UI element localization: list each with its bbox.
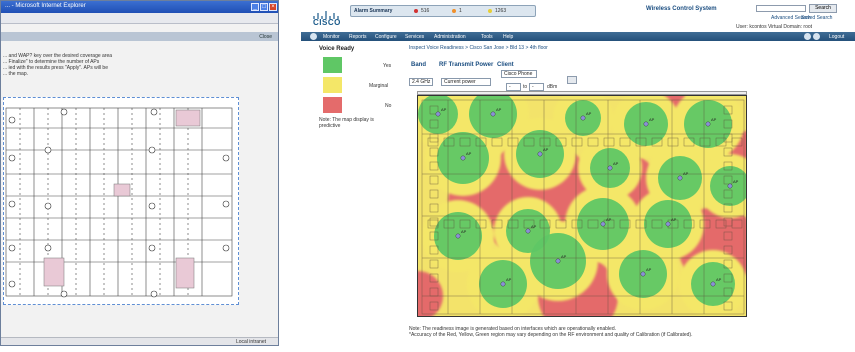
range-to-input[interactable]: - bbox=[529, 83, 544, 91]
ap-marker[interactable] bbox=[640, 271, 646, 277]
maximize-icon[interactable]: □ bbox=[260, 3, 268, 11]
minimize-icon[interactable]: _ bbox=[251, 3, 259, 11]
nav-help[interactable]: Help bbox=[503, 34, 513, 40]
ap-marker[interactable] bbox=[710, 281, 716, 287]
range-unit: dBm bbox=[547, 84, 558, 90]
ap-label: AP bbox=[683, 171, 689, 176]
ap-marker[interactable] bbox=[537, 151, 543, 157]
cisco-logo-text: CISCO bbox=[313, 18, 341, 27]
alarm-summary-label: Alarm Summary bbox=[354, 8, 393, 14]
ap-marker[interactable] bbox=[705, 121, 711, 127]
ie-status-text: Local intranet bbox=[235, 339, 266, 345]
tab-band[interactable]: Band bbox=[411, 62, 426, 68]
nav-administration[interactable]: Administration bbox=[434, 34, 466, 40]
ap-label: AP bbox=[606, 217, 612, 222]
user-domain-info: User: kcontos Virtual Domain: root bbox=[736, 24, 813, 30]
tab-rf-transmit-power[interactable]: RF Transmit Power bbox=[439, 62, 493, 68]
apply-button[interactable] bbox=[567, 76, 577, 84]
ie-window-title: ... - Microsoft Internet Explorer bbox=[5, 3, 86, 9]
nav-tools[interactable]: Tools bbox=[481, 34, 493, 40]
ap-label: AP bbox=[733, 179, 739, 184]
refresh-icon[interactable] bbox=[804, 33, 811, 40]
dialog-header-bar bbox=[1, 32, 278, 41]
critical-alarm-icon bbox=[414, 9, 418, 13]
close-icon[interactable]: × bbox=[269, 3, 277, 11]
ie-titlebar[interactable]: ... - Microsoft Internet Explorer _ □ × bbox=[1, 1, 278, 13]
ap-marker[interactable] bbox=[500, 281, 506, 287]
legend-label-yes: Yes bbox=[383, 63, 392, 69]
home-icon[interactable] bbox=[310, 33, 317, 40]
search-button[interactable]: Search bbox=[809, 4, 837, 13]
ap-marker[interactable] bbox=[607, 165, 613, 171]
ap-label: AP bbox=[711, 117, 717, 122]
planner-instructions: ... and WAP? key over the desired covera… bbox=[3, 53, 123, 77]
ap-marker[interactable] bbox=[455, 233, 461, 239]
ap-marker[interactable] bbox=[460, 155, 466, 161]
power-select[interactable]: Current power bbox=[441, 78, 491, 86]
legend-note: Note: The map display is predictive bbox=[319, 117, 374, 129]
heatmap-drawing: AP AP AP AP AP AP AP AP AP AP AP AP AP AP AP AP AP AP bbox=[418, 96, 746, 316]
footer-note: *Accuracy of the Red, Yellow, Green regi… bbox=[409, 332, 693, 338]
dialog-close-link[interactable]: Close bbox=[259, 34, 272, 40]
search-input[interactable] bbox=[756, 5, 806, 12]
ap-marker[interactable] bbox=[677, 175, 683, 181]
ap-marker[interactable] bbox=[727, 183, 733, 189]
ap-marker[interactable] bbox=[600, 221, 606, 227]
nav-reports[interactable]: Reports bbox=[349, 34, 367, 40]
critical-alarm-count[interactable]: 516 bbox=[421, 8, 429, 14]
wcs-window: CISCO Alarm Summary 516 1 1263 Wireless … bbox=[301, 0, 855, 352]
legend-swatch-no bbox=[323, 97, 342, 113]
print-icon[interactable] bbox=[813, 33, 820, 40]
ap-label: AP bbox=[531, 224, 537, 229]
floor-plan-drawing bbox=[5, 107, 233, 298]
ap-label: AP bbox=[586, 111, 592, 116]
major-alarm-icon bbox=[452, 9, 456, 13]
legend-label-no: No bbox=[385, 103, 392, 109]
major-alarm-count[interactable]: 1 bbox=[459, 8, 462, 14]
ap-label: AP bbox=[543, 147, 549, 152]
ap-marker[interactable] bbox=[555, 258, 561, 264]
nav-services[interactable]: Services bbox=[405, 34, 424, 40]
range-from-input[interactable]: - bbox=[506, 83, 521, 91]
client-type-select[interactable]: Cisco Phone bbox=[501, 70, 537, 78]
voice-readiness-heatmap[interactable]: AP AP AP AP AP AP AP AP AP AP AP AP AP AP AP AP AP AP bbox=[417, 95, 747, 317]
ie-window: ... - Microsoft Internet Explorer _ □ × … bbox=[0, 0, 279, 346]
saved-search-link[interactable]: Saved Search bbox=[801, 15, 832, 21]
ap-marker[interactable] bbox=[435, 111, 441, 117]
legend-swatch-marginal bbox=[323, 77, 342, 93]
app-title: Wireless Control System bbox=[646, 6, 717, 12]
ap-label: AP bbox=[671, 217, 677, 222]
ap-label: AP bbox=[613, 161, 619, 166]
nav-monitor[interactable]: Monitor bbox=[323, 34, 340, 40]
ap-label: AP bbox=[506, 277, 512, 282]
ap-label: AP bbox=[649, 117, 655, 122]
ap-label: AP bbox=[441, 107, 447, 112]
ap-label: AP bbox=[646, 267, 652, 272]
floor-plan-canvas[interactable] bbox=[3, 97, 239, 305]
tab-client[interactable]: Client bbox=[497, 62, 514, 68]
ap-label: AP bbox=[466, 151, 472, 156]
ap-label: AP bbox=[716, 277, 722, 282]
range-separator: to bbox=[523, 84, 528, 90]
legend-label-marginal: Marginal bbox=[369, 83, 389, 89]
ap-marker[interactable] bbox=[490, 111, 496, 117]
ap-label: AP bbox=[561, 254, 567, 259]
minor-alarm-icon bbox=[488, 9, 492, 13]
ap-marker[interactable] bbox=[525, 228, 531, 234]
legend-title: Voice Ready bbox=[319, 46, 355, 52]
ap-marker[interactable] bbox=[665, 221, 671, 227]
logout-link[interactable]: Logout bbox=[829, 34, 844, 40]
ap-marker[interactable] bbox=[643, 121, 649, 127]
ie-toolbar bbox=[1, 13, 278, 24]
band-select[interactable]: 2.4 GHz bbox=[409, 78, 433, 86]
ap-label: AP bbox=[461, 229, 467, 234]
breadcrumb[interactable]: Inspect Voice Readiness > Cisco San Jose… bbox=[409, 45, 548, 51]
ap-marker[interactable] bbox=[580, 115, 586, 121]
instruction-line: ... the map. bbox=[3, 71, 29, 77]
ap-label: AP bbox=[496, 107, 502, 112]
minor-alarm-count[interactable]: 1263 bbox=[495, 8, 506, 14]
nav-configure[interactable]: Configure bbox=[375, 34, 397, 40]
legend-swatch-yes bbox=[323, 57, 342, 73]
